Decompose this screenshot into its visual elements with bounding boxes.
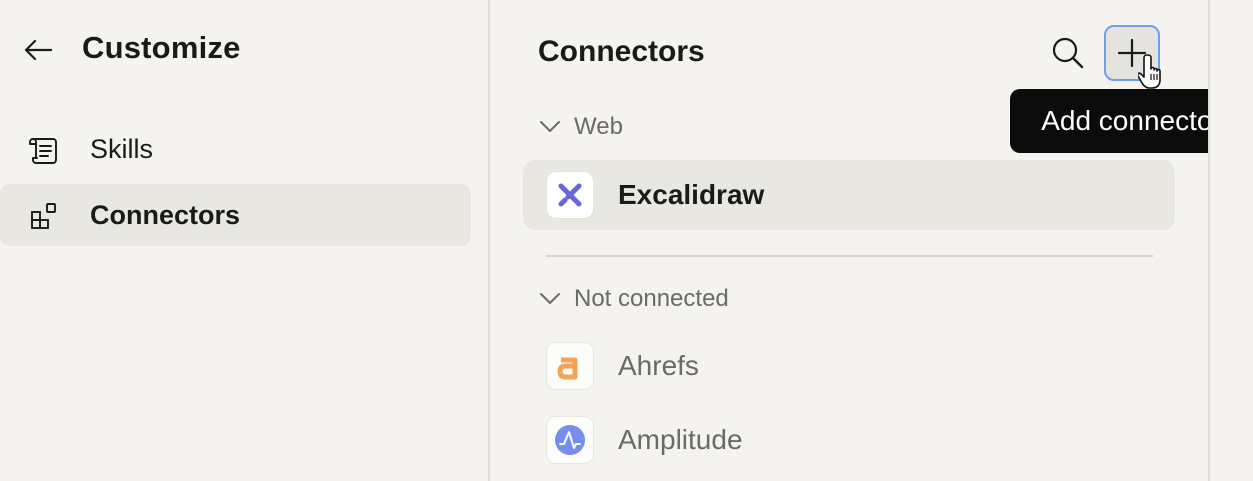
amplitude-logo-icon — [546, 416, 594, 464]
sidebar-item-connectors[interactable]: Connectors — [0, 184, 471, 246]
connector-label: Ahrefs — [618, 350, 699, 381]
group-label: Web — [574, 113, 623, 140]
connector-label: Amplitude — [618, 424, 743, 455]
connector-item-excalidraw[interactable]: Excalidraw — [523, 160, 1175, 230]
panel-divider — [488, 0, 490, 481]
chevron-down-icon — [540, 293, 560, 304]
page-title: Customize — [82, 30, 241, 65]
search-button[interactable] — [1040, 25, 1096, 81]
group-label: Not connected — [574, 285, 729, 312]
group-header-not-connected[interactable]: Not connected — [538, 285, 729, 313]
back-button[interactable] — [20, 32, 56, 68]
group-divider — [546, 255, 1153, 257]
sidebar: Customize Skills Connectors — [0, 0, 489, 481]
sidebar-item-skills[interactable]: Skills — [0, 118, 471, 180]
excalidraw-logo-icon — [546, 171, 594, 219]
chevron-down-icon — [540, 121, 560, 132]
hand-cursor-icon — [1138, 54, 1161, 89]
connector-item-ahrefs[interactable]: Ahrefs — [523, 331, 1175, 401]
panel-divider — [1208, 0, 1210, 481]
section-title: Connectors — [538, 35, 705, 68]
sidebar-item-label: Skills — [90, 133, 154, 164]
ahrefs-logo-icon — [546, 342, 594, 390]
scroll-icon — [29, 138, 57, 164]
search-icon — [1052, 37, 1084, 69]
connector-label: Excalidraw — [618, 179, 765, 210]
right-edge-panel — [1210, 0, 1253, 481]
sidebar-item-label: Connectors — [90, 199, 241, 230]
group-header-web[interactable]: Web — [538, 113, 623, 141]
arrow-left-icon — [24, 39, 53, 61]
connector-item-amplitude[interactable]: Amplitude — [523, 405, 1175, 475]
connectors-icon — [31, 203, 56, 229]
